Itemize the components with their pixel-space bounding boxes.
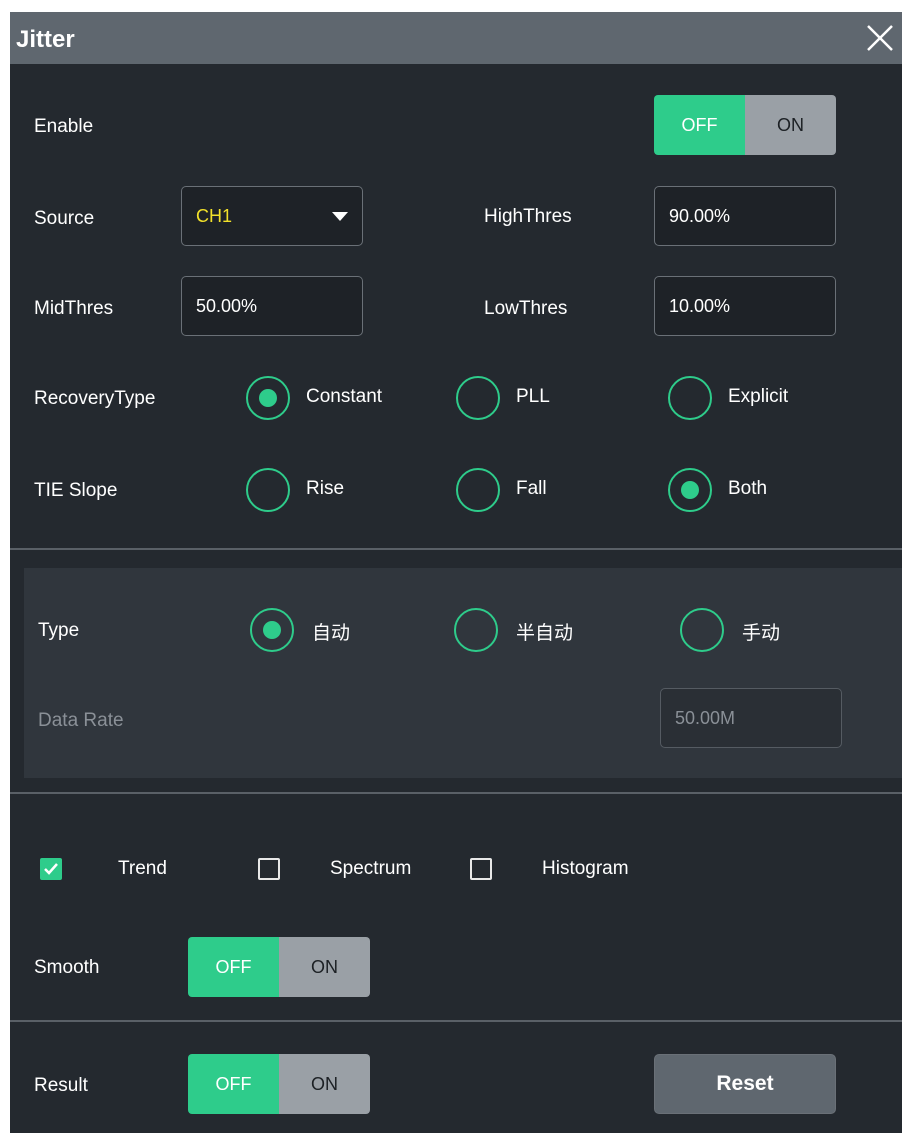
enable-off-option[interactable]: OFF	[654, 95, 745, 155]
title-bar: Jitter	[10, 12, 902, 64]
recovery-constant-radio[interactable]	[246, 376, 290, 420]
smooth-off-option[interactable]: OFF	[188, 937, 279, 997]
type-auto-label: 自动	[312, 623, 351, 644]
close-icon[interactable]	[858, 16, 902, 60]
smooth-toggle[interactable]: OFF ON	[188, 937, 370, 997]
recovery-explicit-radio[interactable]	[668, 376, 712, 420]
recovery-type-label: RecoveryType	[34, 388, 156, 409]
mid-thres-label: MidThres	[34, 298, 114, 319]
tie-both-label: Both	[728, 478, 768, 499]
divider	[10, 548, 902, 550]
result-off-option[interactable]: OFF	[188, 1054, 279, 1114]
high-thres-label: HighThres	[484, 206, 572, 227]
data-rate-input: 50.00M	[660, 688, 842, 748]
low-thres-input[interactable]: 10.00%	[654, 276, 836, 336]
source-label: Source	[34, 208, 95, 229]
histogram-label: Histogram	[542, 858, 629, 879]
tie-rise-label: Rise	[306, 478, 345, 499]
spectrum-label: Spectrum	[330, 858, 412, 879]
enable-label: Enable	[34, 116, 94, 137]
source-dropdown[interactable]: CH1	[181, 186, 363, 246]
mid-thres-input[interactable]: 50.00%	[181, 276, 363, 336]
histogram-checkbox[interactable]	[470, 858, 492, 880]
trend-label: Trend	[118, 858, 167, 879]
recovery-pll-radio[interactable]	[456, 376, 500, 420]
recovery-constant-label: Constant	[306, 386, 383, 407]
type-auto-radio[interactable]	[250, 608, 294, 652]
type-semi-auto-radio[interactable]	[454, 608, 498, 652]
type-semi-auto-label: 半自动	[516, 623, 574, 644]
trend-checkbox[interactable]	[40, 858, 62, 880]
divider	[10, 792, 902, 794]
type-manual-radio[interactable]	[680, 608, 724, 652]
high-thres-input[interactable]: 90.00%	[654, 186, 836, 246]
smooth-label: Smooth	[34, 957, 100, 978]
type-manual-label: 手动	[742, 623, 781, 644]
type-section: Type 自动 半自动 手动 Data Rate 50.00M	[24, 568, 902, 778]
data-rate-label: Data Rate	[38, 710, 124, 731]
reset-button[interactable]: Reset	[654, 1054, 836, 1114]
tie-slope-label: TIE Slope	[34, 480, 118, 501]
result-label: Result	[34, 1075, 88, 1096]
tie-rise-radio[interactable]	[246, 468, 290, 512]
spectrum-checkbox[interactable]	[258, 858, 280, 880]
dialog-title: Jitter	[16, 26, 75, 53]
tie-fall-radio[interactable]	[456, 468, 500, 512]
tie-fall-label: Fall	[516, 478, 547, 499]
source-value: CH1	[196, 206, 233, 226]
type-label: Type	[38, 620, 80, 641]
tie-both-radio[interactable]	[668, 468, 712, 512]
chevron-down-icon	[332, 212, 348, 221]
recovery-pll-label: PLL	[516, 386, 550, 407]
divider	[10, 1020, 902, 1022]
enable-on-option[interactable]: ON	[745, 95, 836, 155]
check-icon	[44, 863, 58, 875]
result-toggle[interactable]: OFF ON	[188, 1054, 370, 1114]
smooth-on-option[interactable]: ON	[279, 937, 370, 997]
recovery-explicit-label: Explicit	[728, 386, 789, 407]
jitter-dialog: Jitter Enable OFF ON Source CH1 HighThre…	[10, 12, 902, 1133]
result-on-option[interactable]: ON	[279, 1054, 370, 1114]
low-thres-label: LowThres	[484, 298, 568, 319]
enable-toggle[interactable]: OFF ON	[654, 95, 836, 155]
